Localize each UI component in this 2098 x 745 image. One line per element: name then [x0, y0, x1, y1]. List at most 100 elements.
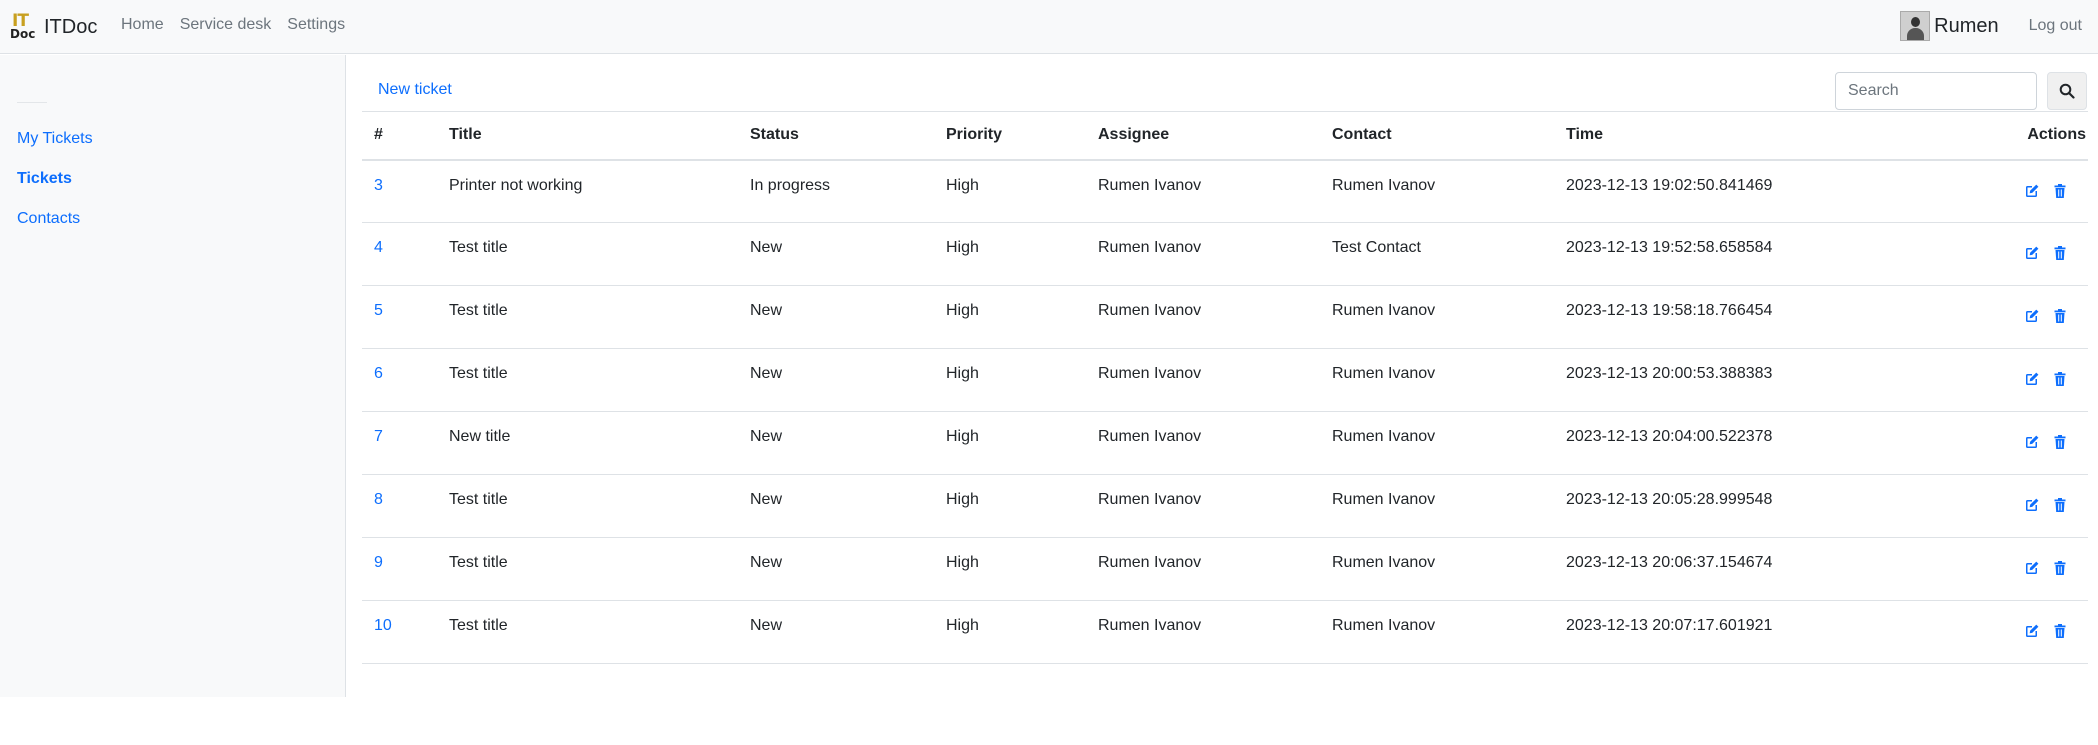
ticket-id-link[interactable]: 8 — [374, 491, 383, 508]
cell-contact: Rumen Ivanov — [1320, 474, 1554, 538]
cell-contact: Rumen Ivanov — [1320, 285, 1554, 349]
column-header-status[interactable]: Status — [738, 111, 934, 161]
edit-icon[interactable] — [2022, 623, 2040, 641]
cell-title: Test title — [437, 600, 738, 664]
cell-assignee: Rumen Ivanov — [1086, 474, 1320, 538]
sidebar-divider — [17, 102, 47, 103]
cell-time: 2023-12-13 20:04:00.522378 — [1554, 411, 1948, 475]
cell-actions — [1948, 537, 2088, 601]
trash-icon[interactable] — [2050, 371, 2068, 389]
search-icon — [2059, 83, 2075, 99]
cell-status: New — [738, 222, 934, 286]
table-row: 7 New title New High Rumen Ivanov Rumen Ivano… — [362, 411, 2088, 475]
table-row: 9 Test title New High Rumen Ivanov Rumen Ivan… — [362, 537, 2088, 601]
column-header-title[interactable]: Title — [437, 111, 738, 161]
sidebar-item-my-tickets[interactable]: My Tickets — [17, 130, 93, 148]
cell-title: Test title — [437, 474, 738, 538]
cell-status: New — [738, 537, 934, 601]
cell-priority: High — [934, 285, 1086, 349]
ticket-id-link[interactable]: 3 — [374, 177, 383, 194]
cell-id: 3 — [362, 159, 437, 223]
edit-icon[interactable] — [2022, 245, 2040, 263]
cell-assignee: Rumen Ivanov — [1086, 285, 1320, 349]
table-row: 4 Test title New High Rumen Ivanov Test Conta… — [362, 222, 2088, 286]
cell-time: 2023-12-13 20:05:28.999548 — [1554, 474, 1948, 538]
trash-icon[interactable] — [2050, 497, 2068, 515]
trash-icon[interactable] — [2050, 623, 2068, 641]
column-header-priority[interactable]: Priority — [934, 111, 1086, 161]
nav-link-service-desk[interactable]: Service desk — [180, 16, 272, 34]
cell-time: 2023-12-13 19:58:18.766454 — [1554, 285, 1948, 349]
sidebar: My Tickets Tickets Contacts — [0, 55, 346, 697]
logout-link[interactable]: Log out — [2029, 17, 2082, 35]
ticket-id-link[interactable]: 7 — [374, 428, 383, 445]
sidebar-item-contacts[interactable]: Contacts — [17, 210, 80, 228]
trash-icon[interactable] — [2050, 308, 2068, 326]
cell-status: In progress — [738, 159, 934, 223]
trash-icon[interactable] — [2050, 560, 2068, 578]
nav-link-home[interactable]: Home — [121, 16, 164, 34]
cell-title: Printer not working — [437, 159, 738, 223]
edit-icon[interactable] — [2022, 183, 2040, 201]
cell-status: New — [738, 474, 934, 538]
new-ticket-link[interactable]: New ticket — [378, 81, 452, 99]
edit-icon[interactable] — [2022, 560, 2040, 578]
cell-id: 9 — [362, 537, 437, 601]
cell-time: 2023-12-13 19:52:58.658584 — [1554, 222, 1948, 286]
cell-priority: High — [934, 159, 1086, 223]
sidebar-item-tickets[interactable]: Tickets — [17, 170, 72, 188]
table-row: 6 Test title New High Rumen Ivanov Rumen Ivan… — [362, 348, 2088, 412]
avatar[interactable] — [1900, 11, 1931, 41]
cell-contact: Rumen Ivanov — [1320, 411, 1554, 475]
brand[interactable]: IT Doc ITDoc — [10, 12, 97, 42]
brand-logo: IT Doc — [10, 12, 40, 42]
cell-id: 10 — [362, 600, 437, 664]
column-header-time[interactable]: Time — [1554, 111, 1948, 161]
nav-links: Home Service desk Settings — [121, 16, 361, 34]
cell-title: New title — [437, 411, 738, 475]
nav-link-settings[interactable]: Settings — [287, 16, 345, 34]
cell-priority: High — [934, 600, 1086, 664]
cell-actions — [1948, 474, 2088, 538]
column-header-assignee[interactable]: Assignee — [1086, 111, 1320, 161]
cell-contact: Rumen Ivanov — [1320, 348, 1554, 412]
cell-contact: Rumen Ivanov — [1320, 159, 1554, 223]
cell-id: 5 — [362, 285, 437, 349]
cell-priority: High — [934, 537, 1086, 601]
cell-assignee: Rumen Ivanov — [1086, 348, 1320, 412]
edit-icon[interactable] — [2022, 434, 2040, 452]
ticket-id-link[interactable]: 5 — [374, 302, 383, 319]
ticket-id-link[interactable]: 10 — [374, 617, 392, 634]
cell-time: 2023-12-13 19:02:50.841469 — [1554, 159, 1948, 223]
cell-priority: High — [934, 222, 1086, 286]
cell-status: New — [738, 285, 934, 349]
trash-icon[interactable] — [2050, 434, 2068, 452]
ticket-id-link[interactable]: 4 — [374, 239, 383, 256]
trash-icon[interactable] — [2050, 245, 2068, 263]
cell-contact: Rumen Ivanov — [1320, 537, 1554, 601]
cell-priority: High — [934, 348, 1086, 412]
ticket-id-link[interactable]: 6 — [374, 365, 383, 382]
cell-assignee: Rumen Ivanov — [1086, 411, 1320, 475]
edit-icon[interactable] — [2022, 371, 2040, 389]
cell-actions — [1948, 222, 2088, 286]
column-header-id[interactable]: # — [362, 111, 437, 161]
search-button[interactable] — [2047, 72, 2087, 110]
cell-actions — [1948, 348, 2088, 412]
edit-icon[interactable] — [2022, 308, 2040, 326]
trash-icon[interactable] — [2050, 183, 2068, 201]
edit-icon[interactable] — [2022, 497, 2040, 515]
username[interactable]: Rumen — [1934, 15, 1998, 38]
table-row: 3 Printer not working In progress High Rumen… — [362, 159, 2088, 223]
cell-assignee: Rumen Ivanov — [1086, 537, 1320, 601]
table-row: 10 Test title New High Rumen Ivanov Rumen Iva… — [362, 600, 2088, 664]
ticket-id-link[interactable]: 9 — [374, 554, 383, 571]
cell-contact: Test Contact — [1320, 222, 1554, 286]
cell-time: 2023-12-13 20:00:53.388383 — [1554, 348, 1948, 412]
logo-text-bottom: Doc — [10, 27, 36, 41]
cell-actions — [1948, 411, 2088, 475]
cell-id: 7 — [362, 411, 437, 475]
search-input[interactable] — [1835, 72, 2037, 110]
column-header-contact[interactable]: Contact — [1320, 111, 1554, 161]
cell-id: 4 — [362, 222, 437, 286]
